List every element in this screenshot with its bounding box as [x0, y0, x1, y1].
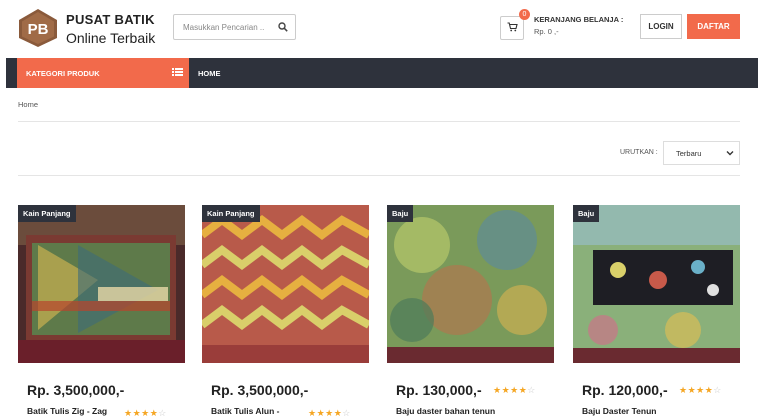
product-category-badge: Baju [573, 205, 600, 222]
rating-stars: ★★★★☆ [124, 408, 167, 418]
login-button[interactable]: LOGIN [640, 14, 682, 39]
cart-icon [507, 19, 518, 37]
cart-count-badge: 0 [519, 9, 530, 20]
sort-select[interactable]: Terbaru [663, 141, 740, 165]
product-image[interactable]: Baju [387, 205, 554, 363]
product-name[interactable]: Batik Tulis Zig - Zag [27, 406, 107, 416]
nav-home-link[interactable]: HOME [198, 69, 221, 78]
product-image[interactable]: Kain Panjang [18, 205, 185, 363]
product-price: Rp. 3,500,000,- [211, 382, 309, 398]
rating-stars: ★★★★☆ [493, 385, 536, 395]
category-menu-label: KATEGORI PRODUK [26, 69, 100, 78]
cart-total: Rp. 0 ,- [534, 27, 559, 36]
product-price: Rp. 130,000,- [396, 382, 482, 398]
chevron-down-icon [726, 149, 734, 159]
list-icon [172, 67, 183, 79]
breadcrumb[interactable]: Home [18, 100, 38, 109]
product-card[interactable]: Baju Rp. 120,000,- ★★★★☆ Baju Daster Ten… [573, 205, 740, 418]
divider [18, 175, 740, 176]
product-image[interactable]: Baju [573, 205, 740, 363]
product-category-badge: Kain Panjang [202, 205, 260, 222]
product-price: Rp. 120,000,- [582, 382, 668, 398]
product-price: Rp. 3,500,000,- [27, 382, 125, 398]
sort-label: URUTKAN : [620, 149, 658, 156]
category-menu-button[interactable]: KATEGORI PRODUK [17, 58, 189, 88]
product-card[interactable]: Kain Panjang Rp. 3,500,000,- ★★★★☆ Batik… [202, 205, 369, 418]
divider [18, 121, 740, 122]
search-input[interactable] [174, 15, 272, 39]
logo[interactable]: PB [18, 8, 58, 48]
main-nav: KATEGORI PRODUK HOME [6, 58, 758, 88]
product-name[interactable]: Baju daster bahan tenun [396, 406, 495, 416]
product-name[interactable]: Batik Tulis Alun - [211, 406, 279, 416]
product-name[interactable]: Baju Daster Tenun [582, 406, 656, 416]
sort-selected-value: Terbaru [676, 149, 702, 158]
register-button[interactable]: DAFTAR [687, 14, 740, 39]
brand-tagline: Online Terbaik [66, 30, 156, 46]
product-category-badge: Baju [387, 205, 414, 222]
brand-name: PUSAT BATIK [66, 12, 155, 27]
cart-title: KERANJANG BELANJA : [534, 15, 624, 24]
rating-stars: ★★★★☆ [679, 385, 722, 395]
product-card[interactable]: Baju Rp. 130,000,- ★★★★☆ Baju daster bah… [387, 205, 554, 418]
site-header: PB PUSAT BATIK Online Terbaik 0 KERANJAN… [0, 0, 758, 58]
search-box [173, 14, 296, 40]
search-icon[interactable] [275, 19, 291, 35]
cart-button[interactable] [500, 16, 524, 40]
product-category-badge: Kain Panjang [18, 205, 76, 222]
rating-stars: ★★★★☆ [308, 408, 351, 418]
svg-text:PB: PB [28, 21, 49, 38]
product-image[interactable]: Kain Panjang [202, 205, 369, 363]
product-card[interactable]: Kain Panjang Rp. 3,500,000,- ★★★★☆ Batik… [18, 205, 185, 418]
